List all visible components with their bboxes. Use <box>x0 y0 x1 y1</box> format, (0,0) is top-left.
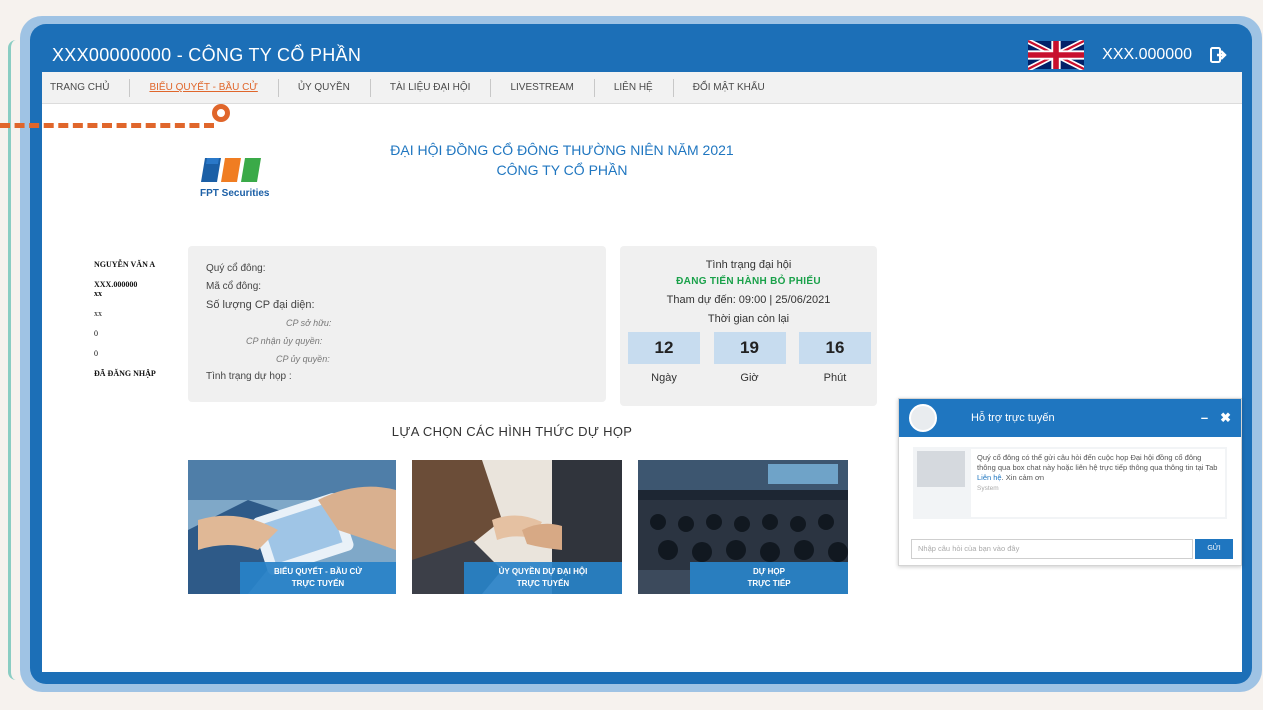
chat-agent-avatar <box>909 404 937 432</box>
decorative-edge <box>8 40 18 680</box>
label-shareholder: Quý cổ đông: <box>206 263 266 274</box>
message-text: . Xin cảm ơn <box>1001 473 1045 482</box>
nav-item[interactable]: ỦY QUYỀN <box>277 79 370 97</box>
send-button[interactable]: GỬI <box>1195 539 1233 559</box>
guide-dashed-line <box>0 123 214 128</box>
nav-item[interactable]: TRANG CHỦ <box>42 82 129 93</box>
shareholder-values: NGUYỄN VĂN A XXX.000000 xx xx 0 0 ĐÃ ĐĂNG… <box>94 260 184 389</box>
label-received: CP nhận ủy quyền: <box>246 336 323 346</box>
fpt-logo-mark <box>201 158 261 182</box>
holder-code: XXX.000000 xx <box>94 280 138 298</box>
countdown: 12 Ngày 19 Giờ 16 Phút <box>620 328 877 384</box>
card-caption: ỦY QUYỀN DỰ ĐẠI HỘI TRỰC TUYẾN <box>464 562 622 594</box>
countdown-label: Giờ <box>740 372 759 384</box>
shareholder-info-panel: Quý cổ đông: Mã cổ đông: Số lượng CP đại… <box>188 246 606 402</box>
card-online-voting[interactable]: BIỂU QUYẾT - BẦU CỬ TRỰC TUYẾN <box>188 460 396 594</box>
label-delegated: CP ủy quyền: <box>276 354 330 364</box>
card-caption: BIỂU QUYẾT - BẦU CỬ TRỰC TUYẾN <box>240 562 396 594</box>
guide-marker <box>212 104 230 122</box>
countdown-value: 12 <box>628 332 700 364</box>
label-code: Mã cổ đông: <box>206 281 262 292</box>
caption-line: TRỰC TUYẾN <box>291 579 345 588</box>
status-title: Tình trạng đại hội <box>705 259 792 271</box>
chat-message: Quý cổ đông có thể gửi câu hỏi đến cuộc … <box>971 449 1225 517</box>
card-online-proxy[interactable]: ỦY QUYỀN DỰ ĐẠI HỘI TRỰC TUYẾN <box>412 460 622 594</box>
caption-line: TRỰC TIẾP <box>747 579 791 588</box>
countdown-value: 19 <box>713 332 786 364</box>
logout-icon[interactable] <box>1210 47 1228 63</box>
chat-title: Hỗ trợ trực tuyến <box>971 412 1055 424</box>
nav-item[interactable]: LIVESTREAM <box>490 79 593 97</box>
company-subtitle: CÔNG TY CỔ PHẦN <box>496 162 628 178</box>
card-in-person[interactable]: DỰ HỌP TRỰC TIẾP <box>638 460 848 594</box>
chat-header: Hỗ trợ trực tuyến – ✖ <box>899 399 1241 437</box>
meeting-status-panel: Tình trạng đại hội ĐANG TIẾN HÀNH BỎ PHI… <box>620 246 877 406</box>
account-id: XXX.000000 <box>1102 46 1192 63</box>
chat-messages: Quý cổ đông có thể gửi câu hỏi đến cuộc … <box>913 447 1227 519</box>
countdown-label: Phút <box>823 372 847 384</box>
holder-status: ĐÃ ĐĂNG NHẬP <box>94 369 156 378</box>
chat-controls: – ✖ <box>1201 410 1231 426</box>
countdown-hours: 19 Giờ <box>713 332 786 384</box>
holder-owned: 0 <box>94 329 98 338</box>
title-bar: XXX00000000 - CÔNG TY CỔ PHẦN XXX.000000 <box>42 38 1242 72</box>
minimize-icon[interactable]: – <box>1201 410 1208 426</box>
chat-input[interactable]: Nhập câu hỏi của bạn vào đây <box>911 539 1193 559</box>
message-sender: System <box>977 485 999 492</box>
countdown-label: Ngày <box>651 372 677 384</box>
caption-line: DỰ HỌP <box>753 567 785 576</box>
title-bar-right: XXX.000000 <box>1028 40 1242 70</box>
holder-shares: xx <box>94 309 102 318</box>
nav-item[interactable]: BIỂU QUYẾT - BẦU CỬ <box>129 79 277 97</box>
countdown-value: 16 <box>799 332 871 364</box>
meeting-heading: ĐẠI HỘI ĐỒNG CỔ ĐÔNG THƯỜNG NIÊN NĂM 202… <box>342 140 782 180</box>
countdown-minutes: 16 Phút <box>799 332 871 384</box>
fpt-logo: FPT Securities <box>200 152 290 199</box>
status-remaining-label: Thời gian còn lại <box>707 313 790 325</box>
logo-text: FPT Securities <box>200 188 270 199</box>
card-caption: DỰ HỌP TRỰC TIẾP <box>690 562 848 594</box>
holder-delegated: 0 <box>94 349 98 358</box>
status-state: ĐANG TIẾN HÀNH BỎ PHIẾU <box>676 276 821 287</box>
close-icon[interactable]: ✖ <box>1220 410 1231 426</box>
countdown-days: 12 Ngày <box>628 332 700 384</box>
meeting-title: ĐẠI HỘI ĐỒNG CỔ ĐÔNG THƯỜNG NIÊN NĂM 202… <box>390 142 734 158</box>
label-shares: Số lượng CP đại diện: <box>206 299 315 311</box>
nav-item[interactable]: LIÊN HỆ <box>593 79 673 97</box>
company-title: XXX00000000 - CÔNG TY CỔ PHẦN <box>52 44 362 65</box>
caption-line: TRỰC TUYẾN <box>516 579 570 588</box>
main-page: TRANG CHỦ BIỂU QUYẾT - BẦU CỬ ỦY QUYỀN TÀI … <box>42 72 1242 672</box>
holder-name: NGUYỄN VĂN A <box>94 260 156 269</box>
nav-item[interactable]: TÀI LIỆU ĐẠI HỘI <box>369 79 491 97</box>
message-text: Quý cổ đông có thể gửi câu hỏi đến cuộc … <box>977 453 1218 472</box>
contact-link[interactable]: Liên hệ <box>977 473 1002 482</box>
caption-line: ỦY QUYỀN DỰ ĐẠI HỘI <box>498 567 588 576</box>
support-chat-widget: Hỗ trợ trực tuyến – ✖ Quý cổ đông có thể… <box>898 398 1242 566</box>
uk-flag-icon[interactable] <box>1028 40 1085 70</box>
message-avatar <box>917 451 965 487</box>
nav-item[interactable]: ĐỔI MẬT KHẨU <box>672 79 785 97</box>
label-attend: Tình trạng dự họp : <box>206 371 292 382</box>
caption-line: BIỂU QUYẾT - BẦU CỬ <box>274 567 362 576</box>
choose-title: LỰA CHỌN CÁC HÌNH THỨC DỰ HỌP <box>391 424 633 439</box>
status-deadline: Tham dự đến: 09:00 | 25/06/2021 <box>666 294 831 306</box>
label-owned: CP sở hữu: <box>286 318 332 328</box>
main-nav: TRANG CHỦ BIỂU QUYẾT - BẦU CỬ ỦY QUYỀN TÀI … <box>42 72 1242 104</box>
